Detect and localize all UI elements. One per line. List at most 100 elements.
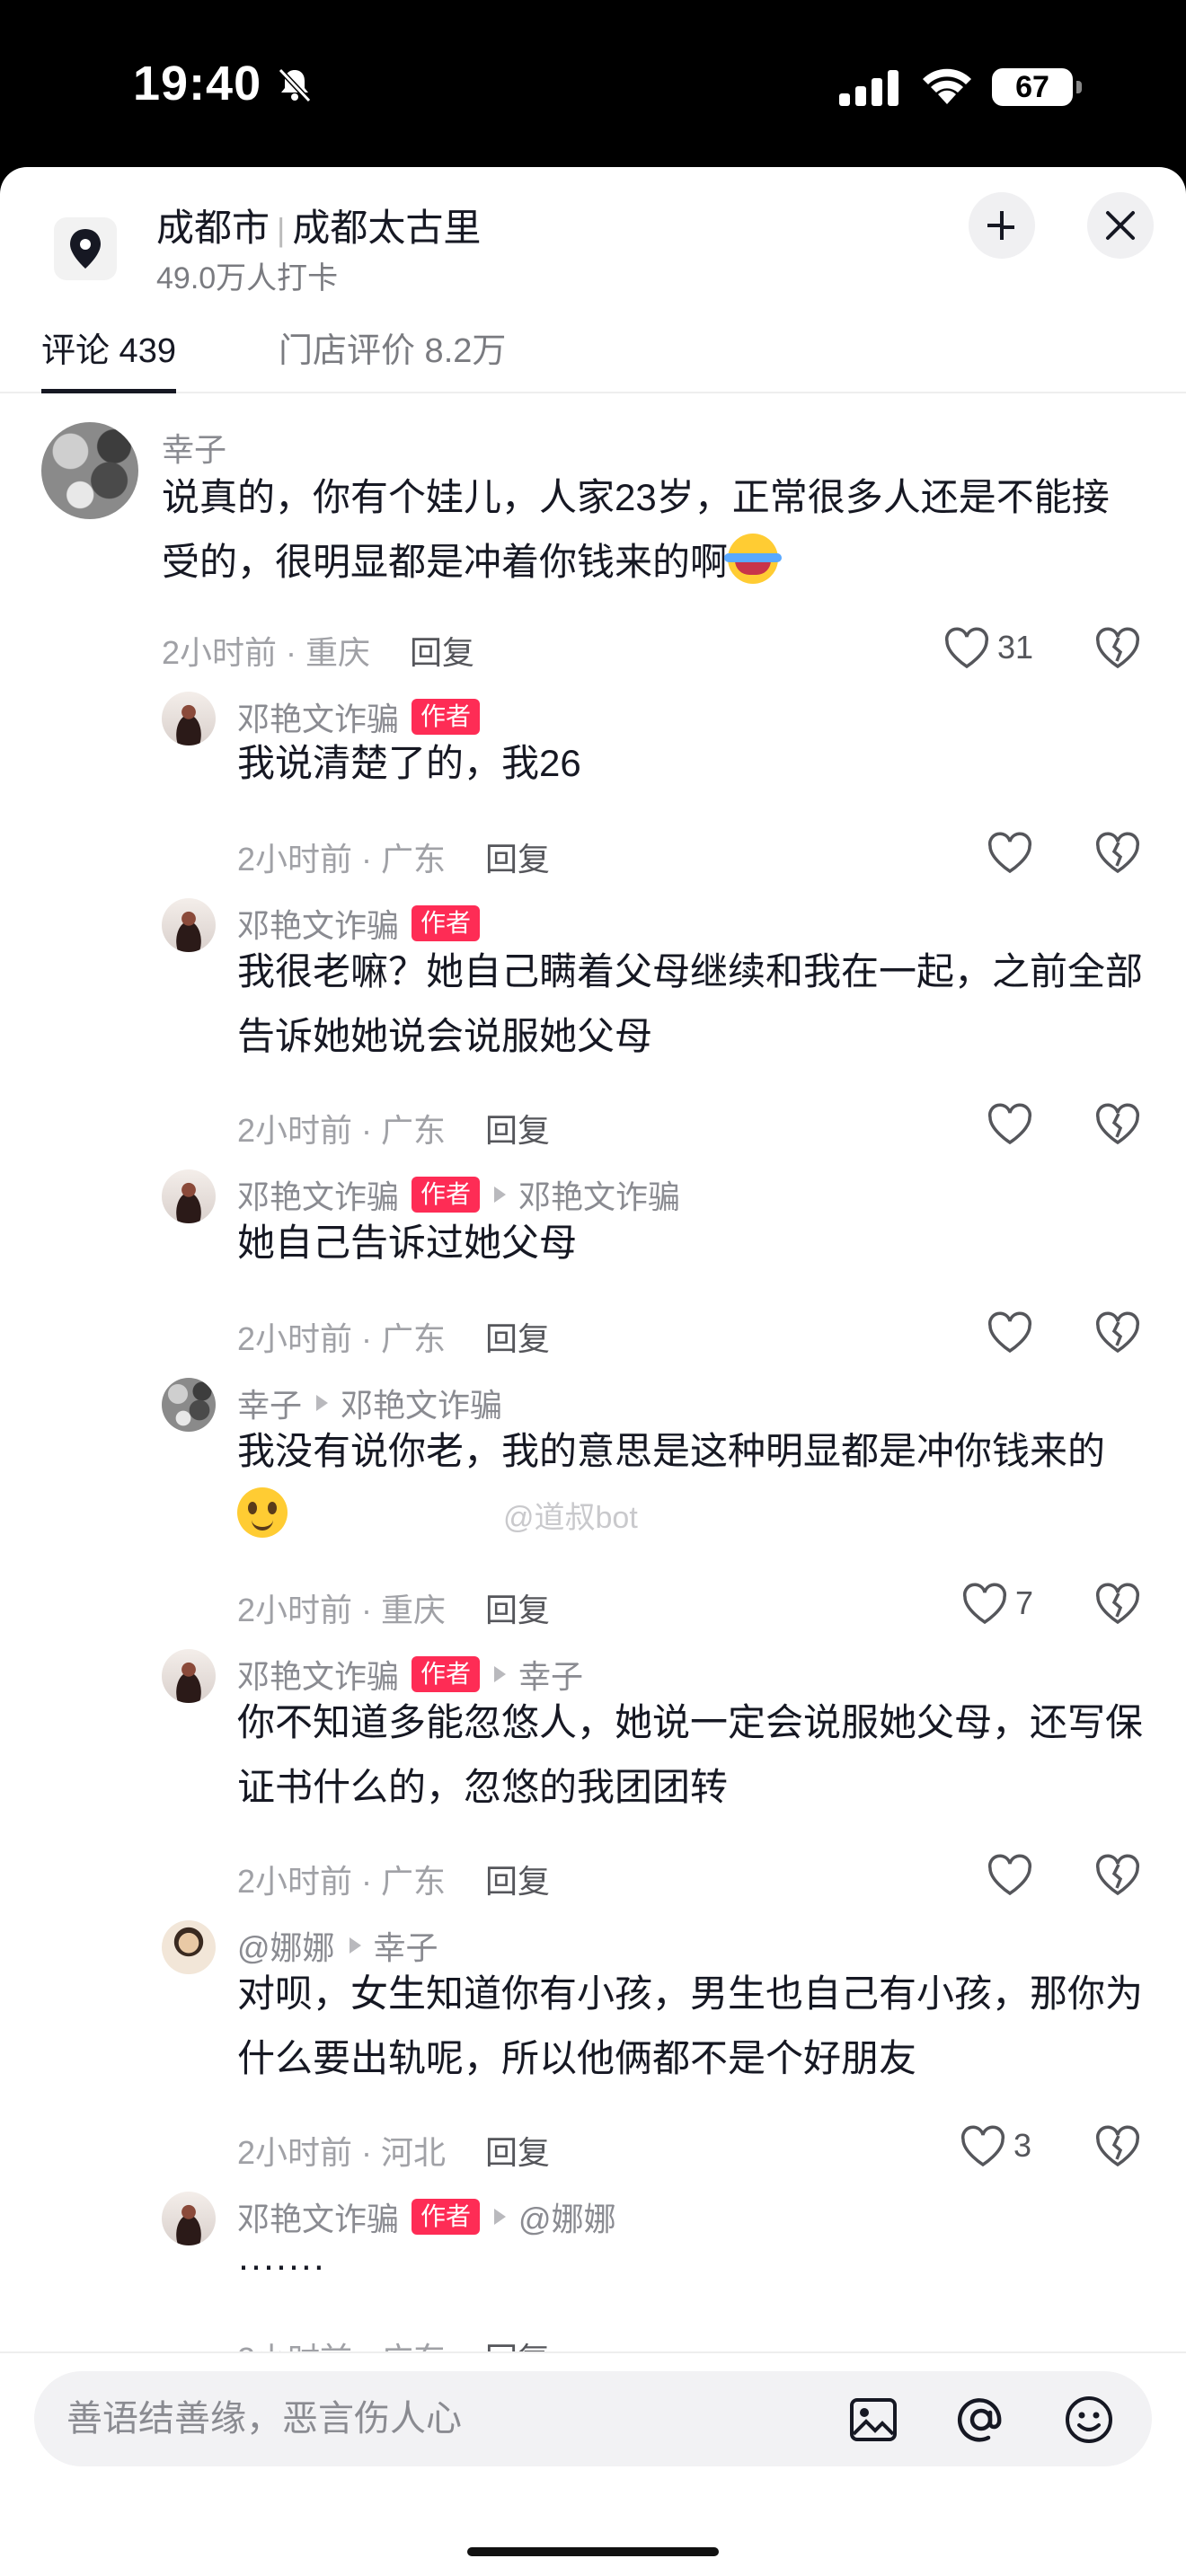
like-count: 3 <box>1013 2127 1032 2164</box>
like-count: 7 <box>1015 1584 1034 1621</box>
comment-time: 2小时前 <box>237 1863 353 1900</box>
comment-text: 我很老嘛？她自己瞒着父母继续和我在一起，之前全部告诉她她说会说服她父母 <box>237 950 1144 1057</box>
comment-location: 河北 <box>381 2134 447 2171</box>
close-button[interactable] <box>1087 192 1154 259</box>
comment-meta: 2小时前 · 重庆 回复 <box>237 1592 551 1628</box>
comment-location: 广东 <box>381 1320 447 1357</box>
place-name: 成都太古里 <box>292 207 482 249</box>
comment-time: 2小时前 <box>237 1320 353 1357</box>
smiling-emoji-icon <box>237 1487 288 1538</box>
broken-heart-dislike-icon[interactable] <box>1094 2125 1141 2168</box>
comment-location: 广东 <box>381 1112 447 1149</box>
collapse-icon <box>987 211 1014 240</box>
muted-bell-icon <box>278 67 312 103</box>
tab-store-reviews[interactable]: 门店评价 8.2万 <box>279 325 506 393</box>
reply-button[interactable]: 回复 <box>485 2134 550 2171</box>
at-mention-icon[interactable] <box>954 2393 1008 2447</box>
broken-heart-dislike-icon[interactable] <box>1094 1583 1141 1626</box>
heart-like-icon[interactable] <box>987 1854 1033 1897</box>
comment-text: 我说清楚了的，我26 <box>237 742 581 784</box>
heart-like-icon[interactable] <box>961 1583 1008 1626</box>
like-count: 31 <box>997 629 1034 666</box>
comment-text: 你不知道多能忽悠人，她说一定会说服她父母，还写保证书什么的，忽悠的我团团转 <box>237 1701 1144 1808</box>
broken-heart-dislike-icon[interactable] <box>1094 1103 1141 1146</box>
comment-meta: 2小时前 · 广东回复 <box>237 1320 551 1357</box>
reply-button[interactable]: 回复 <box>485 1320 550 1357</box>
place-title[interactable]: 成都市 | 成都太古里 <box>156 198 481 252</box>
comment-input-wrapper[interactable] <box>34 2371 1152 2466</box>
tab-bar: 评论 439 门店评价 8.2万 <box>0 325 1186 393</box>
comment-time: 2小时前 <box>237 1112 353 1149</box>
comment-body: 说真的，你有个娃儿，人家23岁，正常很多人还是不能接受的，很明显都是冲着你钱来的… <box>162 476 1110 583</box>
comment-time: 2小时前 <box>237 1592 353 1628</box>
comment-text: 说真的，你有个娃儿，人家23岁，正常很多人还是不能接受的，很明显都是冲着你钱来的… <box>162 465 1141 595</box>
comment-meta: 2小时前 · 广东回复 <box>237 1112 551 1149</box>
avatar[interactable] <box>162 898 216 952</box>
comment-location: 广东 <box>381 1863 447 1900</box>
comment-time: 2小时前 <box>162 634 278 671</box>
reply-button[interactable]: 回复 <box>485 1863 550 1900</box>
battery-indicator: 67 <box>992 68 1082 106</box>
home-indicator <box>467 2547 719 2556</box>
city-name: 成都市 <box>156 207 270 249</box>
heart-like-icon[interactable] <box>943 627 990 670</box>
avatar[interactable] <box>162 692 216 745</box>
comment-list: 幸子 说真的，你有个娃儿，人家23岁，正常很多人还是不能接受的，很明显都是冲着你… <box>0 393 1186 2351</box>
title-separator: | <box>277 211 286 248</box>
reply-button[interactable]: 回复 <box>485 1592 550 1628</box>
heart-like-icon[interactable] <box>987 1103 1033 1146</box>
comment-time: 2小时前 <box>237 2341 352 2351</box>
reply-arrow-icon <box>316 1395 329 1411</box>
broken-heart-dislike-icon[interactable] <box>1094 1854 1141 1897</box>
reply-button[interactable]: 回复 <box>485 841 550 878</box>
broken-heart-dislike-icon[interactable] <box>1094 1311 1141 1354</box>
comment-location: 广东 <box>381 2341 446 2351</box>
avatar[interactable] <box>162 2192 216 2245</box>
comment-location: 重庆 <box>381 1592 447 1628</box>
comment-text: 我没有说你老，我的意思是这种明显都是冲你钱来的 <box>237 1419 1145 1548</box>
tab-comments[interactable]: 评论 439 <box>41 325 176 393</box>
emoji-icon[interactable] <box>1062 2393 1116 2447</box>
broken-heart-dislike-icon[interactable] <box>1094 832 1141 875</box>
username-text: 幸子 <box>162 431 227 468</box>
comment-item: 幸子 说真的，你有个娃儿，人家23岁，正常很多人还是不能接受的，很明显都是冲着你… <box>0 393 1186 671</box>
comment-input[interactable] <box>66 2371 803 2466</box>
comment-composer <box>0 2351 1186 2576</box>
close-icon <box>1106 211 1135 240</box>
location-pin-icon[interactable] <box>54 217 117 280</box>
comment-username[interactable]: 幸子 <box>162 424 226 471</box>
comment-meta: 2小时前 · 重庆 回复 <box>162 634 475 671</box>
avatar[interactable] <box>162 1378 216 1432</box>
reply-arrow-icon <box>494 1187 507 1203</box>
reply-button[interactable]: 回复 <box>410 634 474 671</box>
avatar[interactable] <box>41 422 138 519</box>
reply-button[interactable]: 回复 <box>485 2341 550 2351</box>
heart-like-icon[interactable] <box>960 2125 1006 2168</box>
avatar[interactable] <box>162 1649 216 1703</box>
comment-meta: 2小时前 · 广东回复 <box>237 2333 550 2351</box>
reply-arrow-icon <box>494 1666 507 1682</box>
status-time: 19:40 <box>133 57 262 110</box>
author-badge: 作者 <box>412 905 481 941</box>
avatar[interactable] <box>162 1920 216 1974</box>
avatar[interactable] <box>162 1169 216 1223</box>
status-bar: 19:40 67 <box>0 0 1186 167</box>
author-badge: 作者 <box>412 1656 481 1692</box>
comment-meta: 2小时前 · 河北 回复 <box>237 2134 551 2171</box>
heart-like-icon[interactable] <box>987 1311 1033 1354</box>
comment-time: 2小时前 <box>237 841 353 878</box>
crying-laughing-emoji-icon <box>724 534 783 584</box>
collapse-button[interactable] <box>969 192 1035 259</box>
comment-body: 我没有说你老，我的意思是这种明显都是冲你钱来的 <box>237 1430 1106 1472</box>
wifi-icon <box>923 68 971 104</box>
heart-like-icon[interactable] <box>987 832 1033 875</box>
broken-heart-dislike-icon[interactable] <box>1094 627 1141 670</box>
image-icon[interactable] <box>846 2393 900 2447</box>
comment-time: 2小时前 <box>237 2134 353 2171</box>
reply-button[interactable]: 回复 <box>485 1112 550 1149</box>
author-badge: 作者 <box>412 1177 481 1213</box>
comments-sheet: 成都市 | 成都太古里 49.0万人打卡 评论 439 门店评价 8.2万 幸子 说… <box>0 167 1186 2576</box>
comment-location: 重庆 <box>305 634 371 671</box>
checkin-count: 49.0万人打卡 <box>156 261 339 296</box>
comment-location: 广东 <box>381 841 447 878</box>
